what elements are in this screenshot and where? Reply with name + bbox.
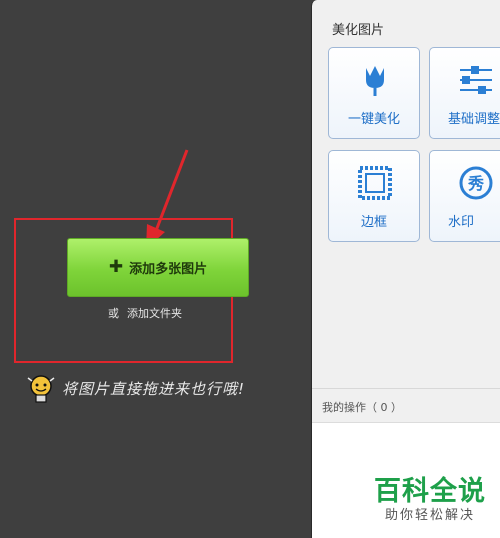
folder-prefix: 或 bbox=[108, 307, 119, 320]
frame-icon bbox=[358, 166, 392, 200]
basic-adjust-tile[interactable]: 基础调整 bbox=[429, 47, 500, 139]
tile-label: 一键美化 bbox=[347, 112, 400, 127]
beautify-panel: 美化图片 一键美化 基础调整 边框 秀 水印 我的操作（ 0 ） bbox=[311, 0, 500, 538]
tulip-icon bbox=[366, 66, 384, 96]
divider bbox=[312, 388, 500, 389]
add-folder-row: 或添加文件夹 bbox=[108, 305, 182, 321]
watermark-title: 百科全说 bbox=[374, 476, 486, 507]
tile-label: 边框 bbox=[360, 215, 387, 230]
panel-title: 美化图片 bbox=[332, 23, 385, 38]
tile-label: 基础调整 bbox=[448, 112, 500, 127]
add-folder-link[interactable]: 添加文件夹 bbox=[127, 307, 182, 320]
add-images-label: 添加多张图片 bbox=[129, 262, 208, 277]
lightbulb-icon bbox=[27, 375, 55, 403]
plus-icon: ✚ bbox=[108, 257, 124, 277]
tile-label: 水印 bbox=[448, 215, 475, 230]
watermark-logo: 百科全说 助你轻松解决 bbox=[369, 473, 491, 530]
svg-text:秀: 秀 bbox=[467, 174, 484, 193]
drag-hint-text: 将图片直接拖进来也行哦! bbox=[62, 380, 246, 398]
border-tile[interactable]: 边框 bbox=[328, 150, 420, 242]
watermark-tile[interactable]: 秀 水印 bbox=[429, 150, 500, 242]
watermark-icon: 秀 bbox=[459, 166, 493, 200]
sliders-icon bbox=[460, 66, 492, 94]
one-click-beautify-tile[interactable]: 一键美化 bbox=[328, 47, 420, 139]
add-images-button[interactable]: ✚ 添加多张图片 bbox=[67, 238, 249, 297]
drop-zone[interactable]: ✚ 添加多张图片 或添加文件夹 将图片直接拖进来也行哦! bbox=[0, 0, 311, 538]
watermark-subtitle: 助你轻松解决 bbox=[384, 508, 475, 523]
my-operations-label: 我的操作（ 0 ） bbox=[322, 401, 402, 414]
